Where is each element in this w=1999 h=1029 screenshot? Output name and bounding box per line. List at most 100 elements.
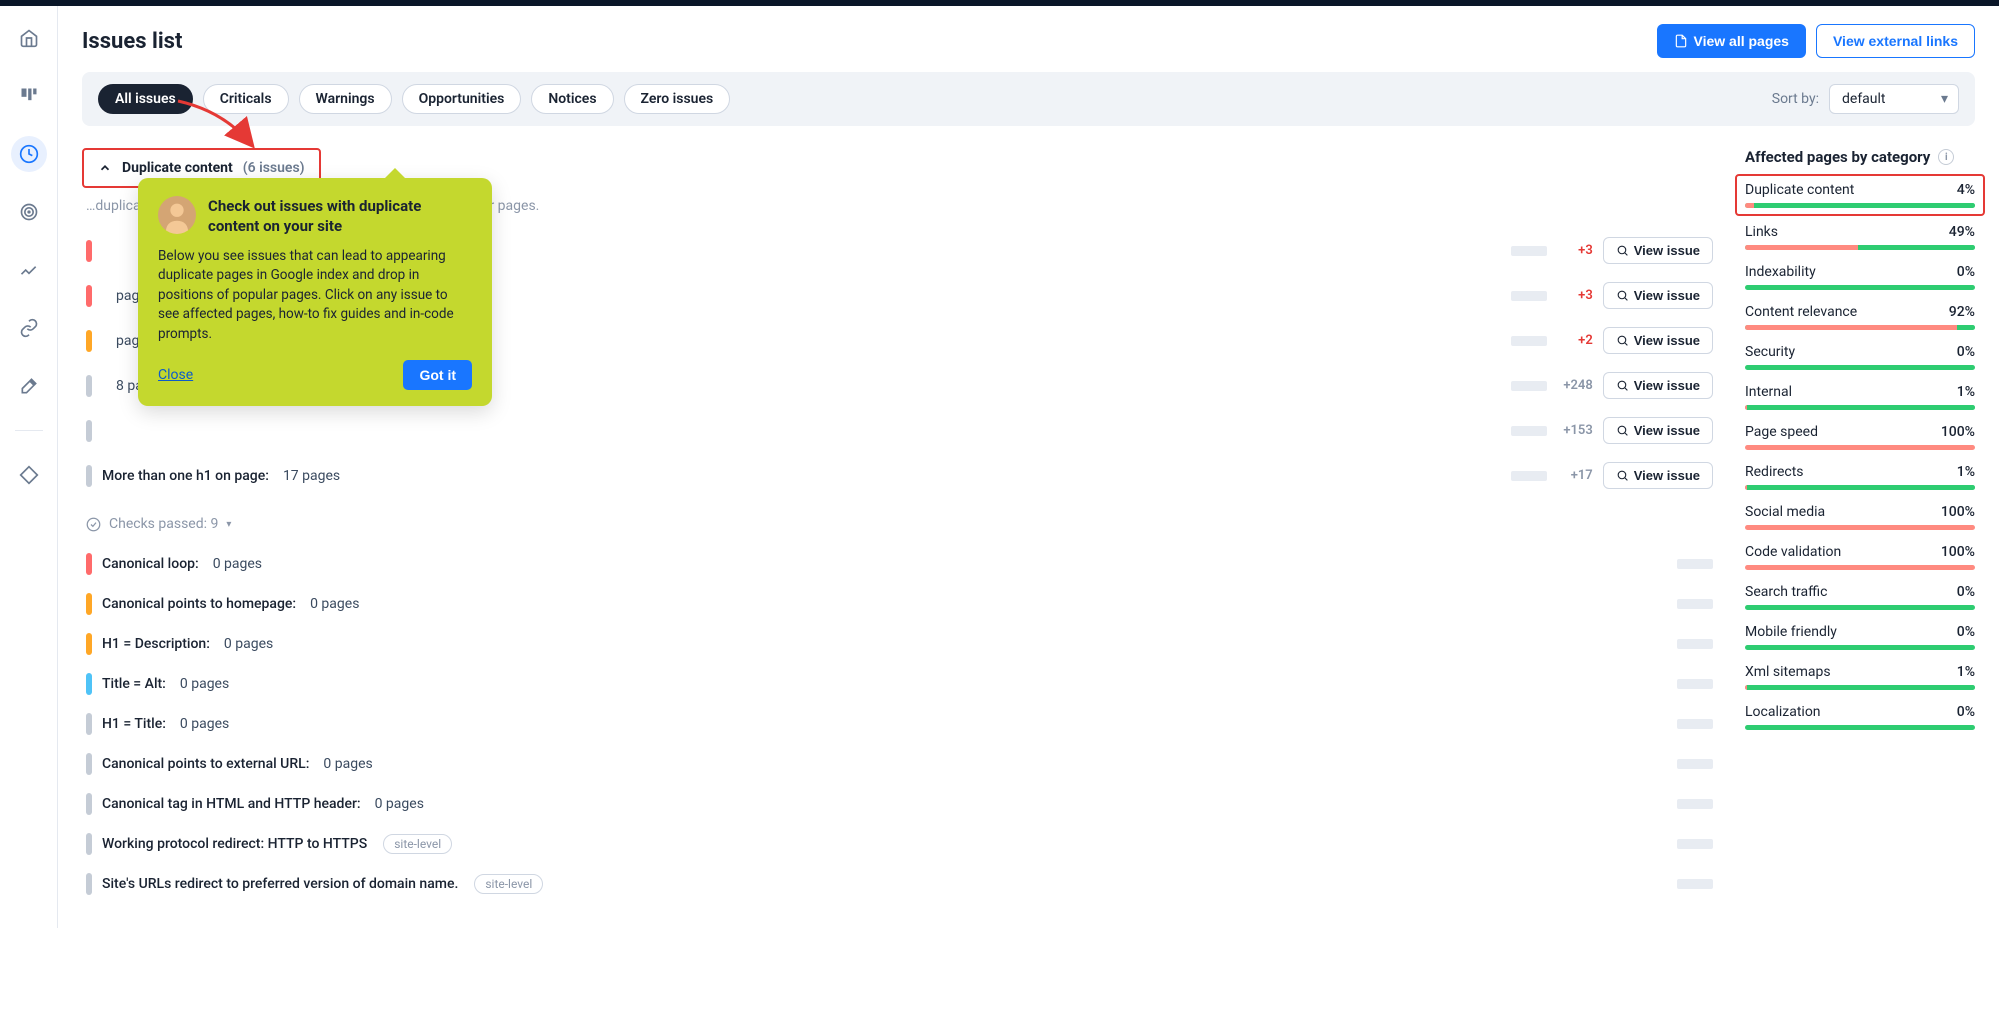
mini-chart bbox=[1677, 599, 1713, 609]
tooltip-title: Check out issues with duplicate content … bbox=[208, 196, 472, 237]
severity-indicator bbox=[86, 375, 92, 397]
severity-indicator bbox=[86, 633, 92, 655]
issue-delta: +248 bbox=[1557, 378, 1593, 393]
category-name: Page speed bbox=[1745, 424, 1818, 440]
issue-row: Canonical points to external URL:0 pages bbox=[82, 744, 1717, 784]
category-item[interactable]: Duplicate content 4% bbox=[1735, 174, 1985, 216]
category-bar bbox=[1745, 245, 1975, 250]
mini-chart bbox=[1677, 839, 1713, 849]
category-item[interactable]: Xml sitemaps 1% bbox=[1745, 664, 1975, 690]
issue-delta: +17 bbox=[1557, 468, 1593, 483]
view-issue-button[interactable]: View issue bbox=[1603, 237, 1713, 264]
category-bar bbox=[1745, 365, 1975, 370]
analytics-icon[interactable] bbox=[11, 252, 47, 288]
check-circle-icon bbox=[86, 517, 101, 532]
category-item[interactable]: Indexability 0% bbox=[1745, 264, 1975, 290]
category-percent: 1% bbox=[1957, 664, 1975, 680]
category-item[interactable]: Social media 100% bbox=[1745, 504, 1975, 530]
category-item[interactable]: Redirects 1% bbox=[1745, 464, 1975, 490]
category-percent: 0% bbox=[1957, 704, 1975, 720]
category-item[interactable]: Links 49% bbox=[1745, 224, 1975, 250]
magic-icon[interactable] bbox=[11, 368, 47, 404]
category-item[interactable]: Search traffic 0% bbox=[1745, 584, 1975, 610]
issue-pages: 0 pages bbox=[180, 716, 229, 732]
onboarding-tooltip: Check out issues with duplicate content … bbox=[138, 178, 492, 406]
view-issue-button[interactable]: View issue bbox=[1603, 462, 1713, 489]
category-percent: 0% bbox=[1957, 264, 1975, 280]
issue-row: Canonical tag in HTML and HTTP header:0 … bbox=[82, 784, 1717, 824]
issue-pages: 0 pages bbox=[224, 636, 273, 652]
site-level-badge: site-level bbox=[474, 874, 543, 894]
category-item[interactable]: Security 0% bbox=[1745, 344, 1975, 370]
issue-label: Canonical points to homepage: bbox=[102, 596, 296, 612]
view-issue-button[interactable]: View issue bbox=[1603, 327, 1713, 354]
category-item[interactable]: Page speed 100% bbox=[1745, 424, 1975, 450]
view-issue-button[interactable]: View issue bbox=[1603, 372, 1713, 399]
category-name: Social media bbox=[1745, 504, 1825, 520]
severity-indicator bbox=[86, 593, 92, 615]
category-item[interactable]: Internal 1% bbox=[1745, 384, 1975, 410]
category-bar bbox=[1745, 565, 1975, 570]
category-percent: 0% bbox=[1957, 344, 1975, 360]
issue-row: Canonical loop:0 pages bbox=[82, 544, 1717, 584]
sort-select[interactable]: default bbox=[1829, 84, 1959, 114]
view-all-pages-button[interactable]: View all pages bbox=[1657, 24, 1806, 58]
category-percent: 100% bbox=[1941, 544, 1975, 560]
issue-delta: +3 bbox=[1557, 288, 1593, 303]
diamond-icon[interactable] bbox=[11, 457, 47, 493]
mini-chart bbox=[1677, 679, 1713, 689]
category-percent: 100% bbox=[1941, 504, 1975, 520]
caret-down-icon: ▾ bbox=[226, 519, 231, 530]
tooltip-gotit-button[interactable]: Got it bbox=[403, 360, 472, 390]
info-icon[interactable]: i bbox=[1938, 149, 1954, 165]
severity-indicator bbox=[86, 793, 92, 815]
filter-pill-notices[interactable]: Notices bbox=[531, 84, 613, 114]
filter-pill-warnings[interactable]: Warnings bbox=[299, 84, 392, 114]
category-percent: 1% bbox=[1957, 464, 1975, 480]
page-header: Issues list View all pages View external… bbox=[82, 6, 1975, 72]
home-icon[interactable] bbox=[11, 20, 47, 56]
page-title: Issues list bbox=[82, 29, 182, 54]
filter-pill-opportunities[interactable]: Opportunities bbox=[402, 84, 522, 114]
view-issue-button[interactable]: View issue bbox=[1603, 417, 1713, 444]
dashboard-icon[interactable] bbox=[11, 78, 47, 114]
issue-row: Canonical points to homepage: 0 pages bbox=[82, 584, 1717, 624]
mini-chart bbox=[1677, 799, 1713, 809]
category-percent: 100% bbox=[1941, 424, 1975, 440]
view-external-links-button[interactable]: View external links bbox=[1816, 24, 1975, 58]
issue-row: Site's URLs redirect to preferred versio… bbox=[82, 864, 1717, 904]
checks-passed-row[interactable]: Checks passed: 9 ▾ bbox=[82, 498, 1717, 544]
mini-chart bbox=[1677, 559, 1713, 569]
category-name: Xml sitemaps bbox=[1745, 664, 1831, 680]
sidebar-divider bbox=[15, 430, 43, 431]
mini-chart bbox=[1511, 246, 1547, 256]
category-name: Content relevance bbox=[1745, 304, 1857, 320]
side-panel: Affected pages by category i Duplicate c… bbox=[1745, 148, 1975, 904]
link-icon[interactable] bbox=[11, 310, 47, 346]
category-name: Search traffic bbox=[1745, 584, 1827, 600]
tooltip-body: Below you see issues that can lead to ap… bbox=[158, 247, 472, 345]
severity-indicator bbox=[86, 240, 92, 262]
issue-pages: 0 pages bbox=[310, 596, 359, 612]
category-bar bbox=[1745, 645, 1975, 650]
category-item[interactable]: Mobile friendly 0% bbox=[1745, 624, 1975, 650]
category-item[interactable]: Code validation 100% bbox=[1745, 544, 1975, 570]
category-item[interactable]: Content relevance 92% bbox=[1745, 304, 1975, 330]
category-name: Mobile friendly bbox=[1745, 624, 1837, 640]
category-name: Links bbox=[1745, 224, 1778, 240]
sidebar bbox=[0, 6, 58, 928]
view-issue-button[interactable]: View issue bbox=[1603, 282, 1713, 309]
filter-pill-zero-issues[interactable]: Zero issues bbox=[624, 84, 731, 114]
category-bar bbox=[1745, 203, 1975, 208]
category-percent: 0% bbox=[1957, 584, 1975, 600]
category-bar bbox=[1745, 725, 1975, 730]
issue-label: Site's URLs redirect to preferred versio… bbox=[102, 876, 458, 892]
category-item[interactable]: Localization 0% bbox=[1745, 704, 1975, 730]
mini-chart bbox=[1511, 291, 1547, 301]
speed-icon[interactable] bbox=[11, 136, 47, 172]
tooltip-close-link[interactable]: Close bbox=[158, 367, 193, 383]
mini-chart bbox=[1511, 336, 1547, 346]
category-name: Localization bbox=[1745, 704, 1821, 720]
target-icon[interactable] bbox=[11, 194, 47, 230]
mini-chart bbox=[1677, 639, 1713, 649]
